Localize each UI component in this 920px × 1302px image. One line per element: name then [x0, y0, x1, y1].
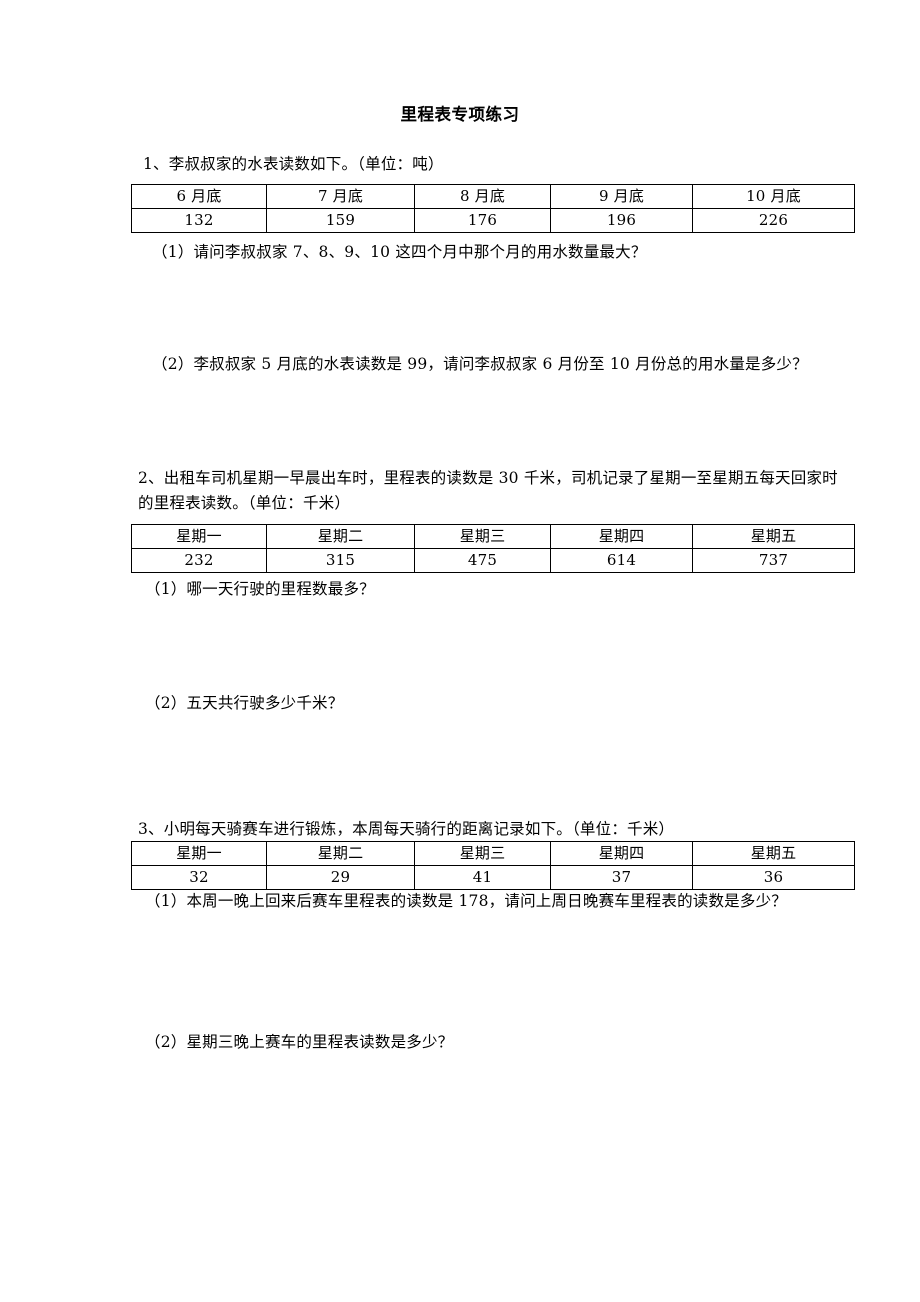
table-row: 132 159 176 196 226	[131, 208, 855, 233]
table-value-cell: 29	[266, 865, 415, 890]
table-row: 星期一 星期二 星期三 星期四 星期五	[131, 841, 855, 866]
table-row: 6 月底 7 月底 8 月底 9 月底 10 月底	[131, 184, 855, 209]
water-meter-table: 6 月底 7 月底 8 月底 9 月底 10 月底 132 159 176 19…	[131, 184, 855, 233]
table-header-cell: 9 月底	[550, 184, 693, 209]
table-value-cell: 32	[131, 865, 267, 890]
table-row: 32 29 41 37 36	[131, 865, 855, 890]
table-value-cell: 315	[266, 548, 415, 573]
page-title: 里程表专项练习	[400, 105, 520, 124]
problem-2-stem: 2、出租车司机星期一早晨出车时，里程表的读数是 30 千米，司机记录了星期一至星…	[138, 469, 838, 512]
table-header-cell: 星期一	[131, 524, 267, 549]
table-value-cell: 36	[692, 865, 855, 890]
problem-3-question-2: （2）星期三晚上赛车的里程表读数是多少？	[145, 1033, 454, 1051]
table-value-cell: 132	[131, 208, 267, 233]
table-header-cell: 星期五	[692, 841, 855, 866]
problem-2-question-1: （1）哪一天行驶的里程数最多？	[145, 580, 375, 598]
problem-1-question-2: （2）李叔叔家 5 月底的水表读数是 99，请问李叔叔家 6 月份至 10 月份…	[152, 355, 808, 373]
worksheet-page: 里程表专项练习 1、李叔叔家的水表读数如下。（单位：吨） 6 月底 7 月底 8…	[0, 0, 920, 1302]
table-header-cell: 7 月底	[266, 184, 415, 209]
table-header-cell: 星期二	[266, 841, 415, 866]
table-value-cell: 475	[414, 548, 551, 573]
problem-3-stem: 3、小明每天骑赛车进行锻炼，本周每天骑行的距离记录如下。（单位：千米）	[138, 820, 675, 838]
table-header-cell: 10 月底	[692, 184, 855, 209]
table-value-cell: 737	[692, 548, 855, 573]
table-header-cell: 6 月底	[131, 184, 267, 209]
table-value-cell: 41	[414, 865, 551, 890]
table-row: 232 315 475 614 737	[131, 548, 855, 573]
problem-1-stem: 1、李叔叔家的水表读数如下。（单位：吨）	[143, 155, 444, 173]
table-header-cell: 星期一	[131, 841, 267, 866]
table-header-cell: 星期四	[550, 524, 693, 549]
table-value-cell: 176	[414, 208, 551, 233]
table-value-cell: 232	[131, 548, 267, 573]
bike-distance-table: 星期一 星期二 星期三 星期四 星期五 32 29 41 37 36	[131, 841, 855, 890]
table-header-cell: 8 月底	[414, 184, 551, 209]
table-header-cell: 星期三	[414, 841, 551, 866]
table-header-cell: 星期二	[266, 524, 415, 549]
table-header-cell: 星期五	[692, 524, 855, 549]
table-value-cell: 37	[550, 865, 693, 890]
table-value-cell: 614	[550, 548, 693, 573]
table-value-cell: 226	[692, 208, 855, 233]
problem-2-question-2: （2）五天共行驶多少千米？	[145, 694, 344, 712]
taxi-odometer-table: 星期一 星期二 星期三 星期四 星期五 232 315 475 614 737	[131, 524, 855, 573]
table-value-cell: 159	[266, 208, 415, 233]
problem-3-question-1: （1）本周一晚上回来后赛车里程表的读数是 178，请问上周日晚赛车里程表的读数是…	[145, 892, 787, 910]
table-header-cell: 星期四	[550, 841, 693, 866]
problem-1-question-1: （1）请问李叔叔家 7、8、9、10 这四个月中那个月的用水数量最大？	[152, 243, 647, 261]
table-row: 星期一 星期二 星期三 星期四 星期五	[131, 524, 855, 549]
table-value-cell: 196	[550, 208, 693, 233]
table-header-cell: 星期三	[414, 524, 551, 549]
